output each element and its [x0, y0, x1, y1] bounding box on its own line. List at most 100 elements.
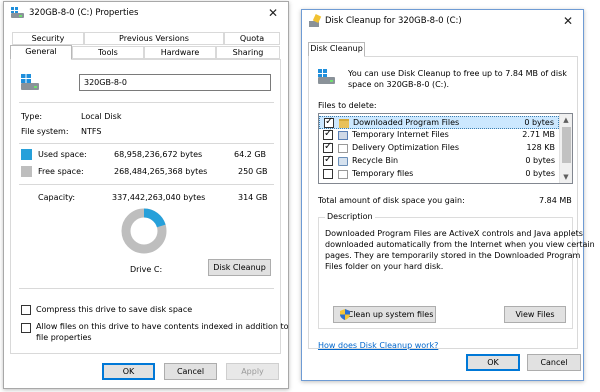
list-scrollbar[interactable]: ▲ ▼ [559, 114, 572, 183]
description-line: downloaded automatically from the Intern… [325, 240, 595, 249]
properties-title: 320GB-8-0 (C:) Properties [29, 8, 139, 18]
disk-cleanup-button[interactable]: Disk Cleanup [208, 259, 271, 276]
disk-cleanup-window: Disk Cleanup for 320GB-8-0 (C:) ✕ Disk C… [301, 9, 595, 381]
intro-line1: You can use Disk Cleanup to free up to 7… [348, 69, 567, 78]
file-name: Delivery Optimization Files [352, 143, 460, 152]
file-size: 0 bytes [525, 156, 555, 165]
type-value: Local Disk [81, 112, 122, 121]
file-size: 128 KB [526, 143, 555, 152]
clean-up-system-files-label: Clean up system files [347, 310, 434, 319]
how-disk-cleanup-works-link[interactable]: How does Disk Cleanup work? [318, 341, 438, 350]
divider [19, 143, 274, 144]
description-line: Downloaded Program Files are ActiveX con… [325, 229, 583, 238]
used-space-swatch [21, 149, 32, 160]
tab-previous-versions[interactable]: Previous Versions [84, 32, 224, 45]
index-label-line2: file properties [36, 333, 92, 342]
tab-security[interactable]: Security [12, 32, 84, 45]
drive-label: Drive C: [130, 265, 163, 274]
file-checkbox[interactable] [323, 128, 333, 140]
file-name: Recycle Bin [352, 156, 399, 165]
capacity-label: Capacity: [38, 193, 76, 202]
capacity-bytes: 337,442,263,040 bytes [112, 193, 206, 202]
file-checkbox[interactable] [323, 169, 333, 179]
tab-sharing[interactable]: Sharing [216, 46, 280, 59]
intro-line2: space on 320GB-8-0 (C:). [348, 80, 450, 89]
shield-icon [340, 309, 350, 320]
view-files-button[interactable]: View Files [504, 306, 566, 323]
used-space-bytes: 68,958,236,672 bytes [114, 150, 203, 159]
file-size: 0 bytes [525, 169, 555, 178]
tab-general[interactable]: General [10, 45, 72, 60]
free-space-gb: 250 GB [238, 167, 268, 176]
drive-name-input[interactable]: 320GB-8-0 [79, 74, 271, 91]
tab-tools[interactable]: Tools [72, 46, 144, 59]
index-checkbox[interactable] [21, 323, 31, 333]
type-label: Type: [21, 112, 43, 121]
description-title: Description [325, 212, 375, 221]
list-item[interactable]: Recycle Bin 0 bytes [319, 154, 559, 168]
scroll-down-icon[interactable]: ▼ [560, 171, 572, 183]
divider [19, 184, 274, 185]
properties-titlebar[interactable]: 320GB-8-0 (C:) Properties ✕ [4, 2, 288, 24]
cancel-button[interactable]: Cancel [164, 363, 217, 380]
file-name: Downloaded Program Files [353, 118, 460, 127]
file-size: 0 bytes [524, 118, 554, 127]
recycle-bin-icon [338, 157, 348, 166]
folder-icon [339, 119, 349, 128]
apply-button[interactable]: Apply [226, 363, 279, 380]
list-item[interactable]: Downloaded Program Files 0 bytes [319, 116, 559, 129]
properties-window: 320GB-8-0 (C:) Properties ✕ Security Pre… [3, 1, 289, 389]
close-icon[interactable]: ✕ [264, 4, 282, 22]
file-checkbox[interactable] [323, 154, 333, 166]
cleanup-titlebar[interactable]: Disk Cleanup for 320GB-8-0 (C:) ✕ [302, 10, 583, 32]
disk-cleanup-icon [309, 14, 322, 27]
ok-button[interactable]: OK [466, 354, 520, 371]
file-checkbox[interactable] [323, 141, 333, 153]
total-label: Total amount of disk space you gain: [318, 196, 465, 205]
list-item[interactable]: Temporary Internet Files 2.71 MB [319, 128, 559, 142]
disk-usage-donut [121, 208, 167, 254]
close-icon[interactable]: ✕ [559, 12, 577, 30]
general-panel: 320GB-8-0 Type: Local Disk File system: … [10, 59, 289, 354]
list-item[interactable]: Delivery Optimization Files 128 KB [319, 141, 559, 155]
free-space-swatch [21, 166, 32, 177]
list-item[interactable]: Temporary files 0 bytes [319, 168, 559, 181]
description-line: Files folder on your hard disk. [325, 262, 444, 271]
cancel-button[interactable]: Cancel [527, 354, 581, 371]
free-space-bytes: 268,484,265,368 bytes [114, 167, 208, 176]
tab-hardware[interactable]: Hardware [144, 46, 216, 59]
tab-disk-cleanup[interactable]: Disk Cleanup [308, 42, 365, 57]
file-icon [338, 144, 348, 153]
description-group: Description Downloaded Program Files are… [318, 212, 595, 329]
divider [19, 102, 274, 103]
file-size: 2.71 MB [522, 130, 555, 139]
drive-icon [11, 7, 24, 18]
files-to-delete-label: Files to delete: [318, 101, 377, 110]
used-space-label: Used space: [38, 150, 87, 159]
tab-quota[interactable]: Quota [224, 32, 280, 45]
used-space-gb: 64.2 GB [234, 150, 267, 159]
files-list[interactable]: Downloaded Program Files 0 bytes Tempora… [318, 113, 573, 184]
total-value: 7.84 MB [539, 196, 572, 205]
divider [19, 288, 274, 289]
description-line: pages. They are temporarily stored in th… [325, 251, 581, 260]
drive-icon [318, 69, 335, 84]
index-label-line1: Allow files on this drive to have conten… [36, 322, 289, 331]
free-space-label: Free space: [38, 167, 84, 176]
drive-icon [21, 74, 39, 90]
compress-checkbox[interactable] [21, 305, 31, 315]
filesystem-value: NTFS [81, 127, 102, 136]
scroll-up-icon[interactable]: ▲ [560, 114, 572, 126]
compress-label: Compress this drive to save disk space [36, 305, 193, 314]
scrollbar-thumb[interactable] [562, 127, 571, 163]
ok-button[interactable]: OK [102, 363, 155, 380]
file-checkbox[interactable] [324, 116, 334, 128]
clean-up-system-files-button[interactable]: Clean up system files [333, 306, 436, 323]
file-name: Temporary Internet Files [352, 130, 449, 139]
cleanup-title: Disk Cleanup for 320GB-8-0 (C:) [325, 16, 462, 26]
file-icon [338, 170, 348, 179]
internet-files-icon [338, 131, 348, 140]
capacity-gb: 314 GB [238, 193, 268, 202]
file-name: Temporary files [352, 169, 414, 178]
filesystem-label: File system: [21, 127, 69, 136]
